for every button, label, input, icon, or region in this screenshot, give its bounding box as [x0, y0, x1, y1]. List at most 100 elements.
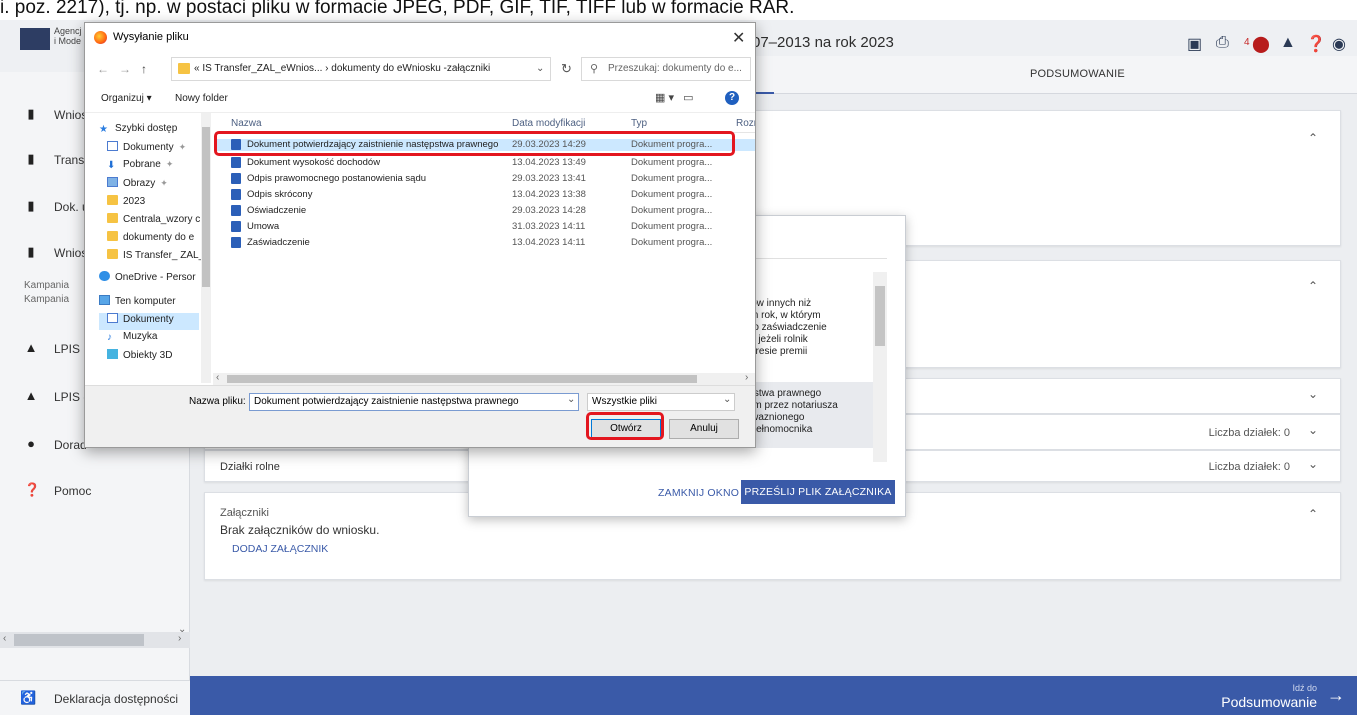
file-date: 13.04.2023 14:11	[512, 237, 586, 248]
file-row[interactable]: Odpis prawomocnego postanowienia sądu 29.…	[215, 173, 755, 185]
file-date: 31.03.2023 14:11	[512, 221, 586, 232]
file-name: Odpis prawomocnego postanowienia sądu	[247, 173, 427, 184]
file-type-filter[interactable]: Wszystkie pliki	[587, 393, 735, 411]
nav-item-music[interactable]: ♪ Muzyka	[107, 331, 157, 348]
back-arrow-icon[interactable]: ←	[97, 62, 109, 76]
print-icon[interactable]: ⎙	[1216, 34, 1229, 52]
forward-arrow-icon[interactable]: →	[119, 62, 131, 76]
nav-item-documents-pc[interactable]: Dokumenty	[99, 313, 199, 330]
nav-item-pictures[interactable]: Obrazy ✦	[107, 177, 168, 194]
arrow-right-icon[interactable]: →	[1327, 685, 1345, 706]
dialog-titlebar[interactable]: Wysyłanie pliku ✕	[85, 23, 755, 53]
scroll-left-icon[interactable]: ‹	[216, 372, 219, 383]
footer-bar[interactable]: Idź do Podsumowanie →	[190, 676, 1357, 715]
file-row[interactable]: Odpis skrócony 13.04.2023 13:38 Dokument p…	[215, 189, 755, 201]
attachments-title: Załączniki	[220, 507, 269, 519]
nav-item-quick-access[interactable]: ★ Szybki dostęp	[99, 123, 177, 140]
chevron-down-icon[interactable]: ⌄	[1308, 457, 1318, 471]
nav-item-folder-is-transfer[interactable]: IS Transfer_ ZAL_	[107, 249, 204, 266]
send-attachment-button[interactable]: PRZEŚLIJ PLIK ZAŁĄCZNIKA	[741, 480, 895, 504]
folder-icon	[107, 231, 118, 241]
file-row[interactable]: Umowa 31.03.2023 14:11 Dokument progra...	[215, 221, 755, 233]
nav-item-label: IS Transfer_ ZAL_	[123, 250, 205, 261]
scrollbar-thumb[interactable]	[14, 634, 144, 646]
nav-item-documents[interactable]: Dokumenty ✦	[107, 141, 186, 158]
new-folder-button[interactable]: Nowy folder	[175, 93, 228, 104]
mountain-icon: ▲	[24, 388, 38, 403]
chevron-up-icon[interactable]: ⌃	[1308, 279, 1318, 293]
file-row[interactable]: Dokument wysokość dochodów 13.04.2023 13:…	[215, 157, 755, 169]
file-row[interactable]: Oświadczenie 29.03.2023 14:28 Dokument pro…	[215, 205, 755, 217]
documents-icon	[107, 313, 118, 323]
chevron-down-icon[interactable]: ⌄	[536, 63, 544, 74]
scrollbar-thumb[interactable]	[875, 286, 885, 346]
next-target[interactable]: Podsumowanie	[1221, 694, 1317, 710]
campaign-label-1[interactable]: Kampania	[24, 280, 69, 291]
download-icon: ⬇	[107, 160, 116, 171]
sidebar-item-label: Wnios	[54, 108, 88, 122]
column-type[interactable]: Typ	[631, 118, 647, 129]
sidebar-item-label: LPIS -	[54, 390, 88, 404]
navigation-pane-scrollbar[interactable]	[201, 113, 211, 383]
tab-summary[interactable]: PODSUMOWANIE	[1030, 68, 1125, 80]
chevron-up-icon[interactable]: ⌃	[1308, 131, 1318, 145]
column-date[interactable]: Data modyfikacji	[512, 118, 585, 129]
column-name[interactable]: Nazwa	[231, 118, 262, 129]
scroll-right-icon[interactable]: ›	[745, 372, 748, 383]
file-row[interactable]: Zaświadczenie 13.04.2023 14:11 Dokument pr…	[215, 237, 755, 249]
next-label: Idź do	[1292, 683, 1317, 693]
user-icon[interactable]: ◉	[1332, 34, 1346, 54]
add-attachment-button[interactable]: DODAJ ZAŁĄCZNIK	[232, 543, 328, 555]
cancel-button[interactable]: Anuluj	[669, 419, 739, 439]
highlight-open-button	[586, 412, 664, 440]
sidebar-item-label: Transf	[54, 153, 88, 167]
close-icon[interactable]: ✕	[732, 28, 745, 48]
nav-item-onedrive[interactable]: OneDrive - Persor	[99, 271, 196, 288]
filename-input[interactable]: Dokument potwierdzający zaistnienie nast…	[249, 393, 579, 411]
scrollbar-thumb[interactable]	[202, 127, 210, 287]
nav-item-folder-dokumenty[interactable]: dokumenty do e	[107, 231, 194, 248]
page-title: 07–2013 na rok 2023	[752, 34, 894, 51]
word-document-icon	[231, 173, 241, 184]
file-type: Dokument progra...	[631, 157, 713, 168]
scrollbar-thumb[interactable]	[227, 375, 697, 383]
modal-vertical-scrollbar[interactable]	[873, 272, 887, 462]
nav-item-folder-centrala[interactable]: Centrala_wzory c	[107, 213, 200, 230]
view-options-icon[interactable]: ▦ ▾ ▭	[655, 91, 694, 104]
scroll-right-icon[interactable]: ›	[178, 633, 181, 644]
filename-label: Nazwa pliku:	[189, 396, 246, 407]
refresh-icon[interactable]: ↻	[561, 61, 572, 77]
nav-item-this-pc[interactable]: Ten komputer	[99, 295, 176, 312]
chevron-down-icon[interactable]: ⌄	[1308, 387, 1318, 401]
sidebar-horizontal-scrollbar[interactable]: ‹ ›	[0, 632, 190, 648]
chevron-down-icon[interactable]: ⌄	[1308, 423, 1318, 437]
column-size[interactable]: Rozm	[736, 118, 755, 129]
close-window-button[interactable]: ZAMKNIJ OKNO	[658, 487, 739, 499]
chevron-down-icon[interactable]: ⌄	[567, 394, 575, 405]
help-icon[interactable]: ❓	[1306, 34, 1326, 54]
nav-item-label: Ten komputer	[115, 296, 176, 307]
search-input[interactable]: ⚲ Przeszukaj: dokumenty do e...	[581, 57, 751, 81]
nav-item-downloads[interactable]: ⬇ Pobrane ✦	[107, 159, 173, 176]
bell-icon[interactable]: ▲	[1280, 34, 1296, 52]
nav-item-label: Dokumenty	[123, 142, 174, 153]
sidebar-item-pomoc[interactable]: ❓ Pomoc	[0, 476, 190, 506]
nav-item-folder-2023[interactable]: 2023	[107, 195, 145, 212]
campaign-label-2[interactable]: Kampania	[24, 294, 69, 305]
file-name: Oświadczenie	[247, 205, 307, 216]
save-icon[interactable]: ▣	[1187, 34, 1202, 54]
highlight-selected-file	[214, 131, 735, 156]
agency-name-line-1: Agencj	[54, 26, 82, 36]
accessibility-declaration-link[interactable]: Deklaracja dostępności	[54, 692, 178, 706]
organize-menu[interactable]: Organizuj ▾	[101, 93, 152, 104]
nav-item-3d-objects[interactable]: Obiekty 3D	[107, 349, 172, 366]
sidebar-footer[interactable]: ♿ Deklaracja dostępności	[0, 680, 190, 715]
address-bar[interactable]: « IS Transfer_ZAL_eWnios... › dokumenty …	[171, 57, 551, 81]
error-icon[interactable]: ⬤	[1252, 34, 1270, 54]
scroll-left-icon[interactable]: ‹	[3, 633, 6, 644]
file-list-horizontal-scrollbar[interactable]: ‹ ›	[213, 372, 755, 385]
chevron-down-icon[interactable]: ⌄	[723, 394, 731, 405]
up-arrow-icon[interactable]: ↑	[141, 62, 147, 76]
chevron-up-icon[interactable]: ⌃	[1308, 507, 1318, 521]
help-icon[interactable]: ?	[725, 91, 739, 105]
